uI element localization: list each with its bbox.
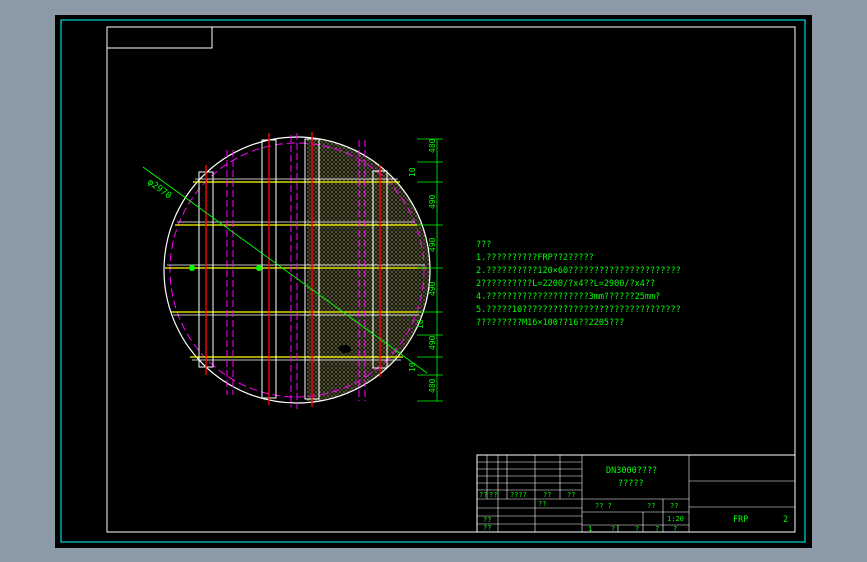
note-line: ???: [476, 240, 491, 250]
sheet-label: ?: [635, 525, 639, 533]
drawing-subtitle: ?????: [618, 479, 644, 489]
note-line: 1.??????????FRP??2?????: [476, 253, 594, 263]
diameter-label: φ2970: [145, 177, 173, 201]
dim-label: 490: [428, 281, 437, 296]
dim-label: 10: [408, 362, 417, 372]
title-label: ??: [483, 516, 491, 524]
title-label: ??: [543, 491, 551, 499]
dim-label: 480: [428, 138, 437, 153]
sheet-label: 1: [588, 525, 592, 533]
dim-label: 490: [428, 194, 437, 209]
drawing-frame: [106, 26, 796, 533]
title-label: ????: [510, 491, 527, 499]
cad-viewport[interactable]: φ2970 480 10 490 490 490 10 490 10 480 ?…: [55, 15, 812, 548]
scale-value: 1:20: [667, 515, 684, 523]
drawing-title: DN3000????: [606, 466, 657, 476]
sheet-number: 2: [783, 515, 788, 525]
note-line: ?????????M16×100??16??2205???: [476, 318, 624, 328]
dim-label: 490: [428, 335, 437, 350]
note-line: 5.?????10???????????????????????????????: [476, 305, 681, 315]
dim-label: 490: [428, 237, 437, 252]
dim-label: 480: [428, 378, 437, 393]
scale-col: ??: [670, 502, 678, 510]
cad-drawing: φ2970 480 10 490 490 490 10 490 10 480 ?…: [60, 19, 806, 543]
material-label: FRP: [733, 515, 748, 525]
corner-box: [107, 27, 213, 49]
sheet-label: ?: [655, 525, 659, 533]
title-label: ??: [538, 500, 546, 508]
drain-hole: [339, 345, 351, 353]
hatched-section: [307, 137, 430, 403]
outer-border: [60, 19, 806, 543]
dim-label: 10: [416, 319, 425, 329]
scale-col: ??: [647, 502, 655, 510]
note-line: 2.??????????120×60??????????????????????: [476, 266, 681, 276]
title-label: ??: [479, 491, 487, 499]
sheet-label: ?: [611, 525, 615, 533]
title-block: ?? ?? ???? ?? ?? ?? ?? ?? ?? ? ?? ?? 1:2…: [476, 454, 796, 533]
title-label: ??: [489, 491, 497, 499]
dim-label: 10: [408, 167, 417, 177]
title-label: ??: [483, 524, 491, 532]
sheet-label: ?: [673, 525, 677, 533]
technical-notes: ??? 1.??????????FRP??2????? 2.??????????…: [476, 240, 681, 328]
scale-header: ?? ?: [595, 502, 612, 510]
note-line: 4.????????????????????3mm??????25mm?: [476, 292, 660, 302]
note-line: 2??????????L=2200/?x4??L=2900/?x4??: [476, 279, 655, 289]
title-label: ??: [567, 491, 575, 499]
